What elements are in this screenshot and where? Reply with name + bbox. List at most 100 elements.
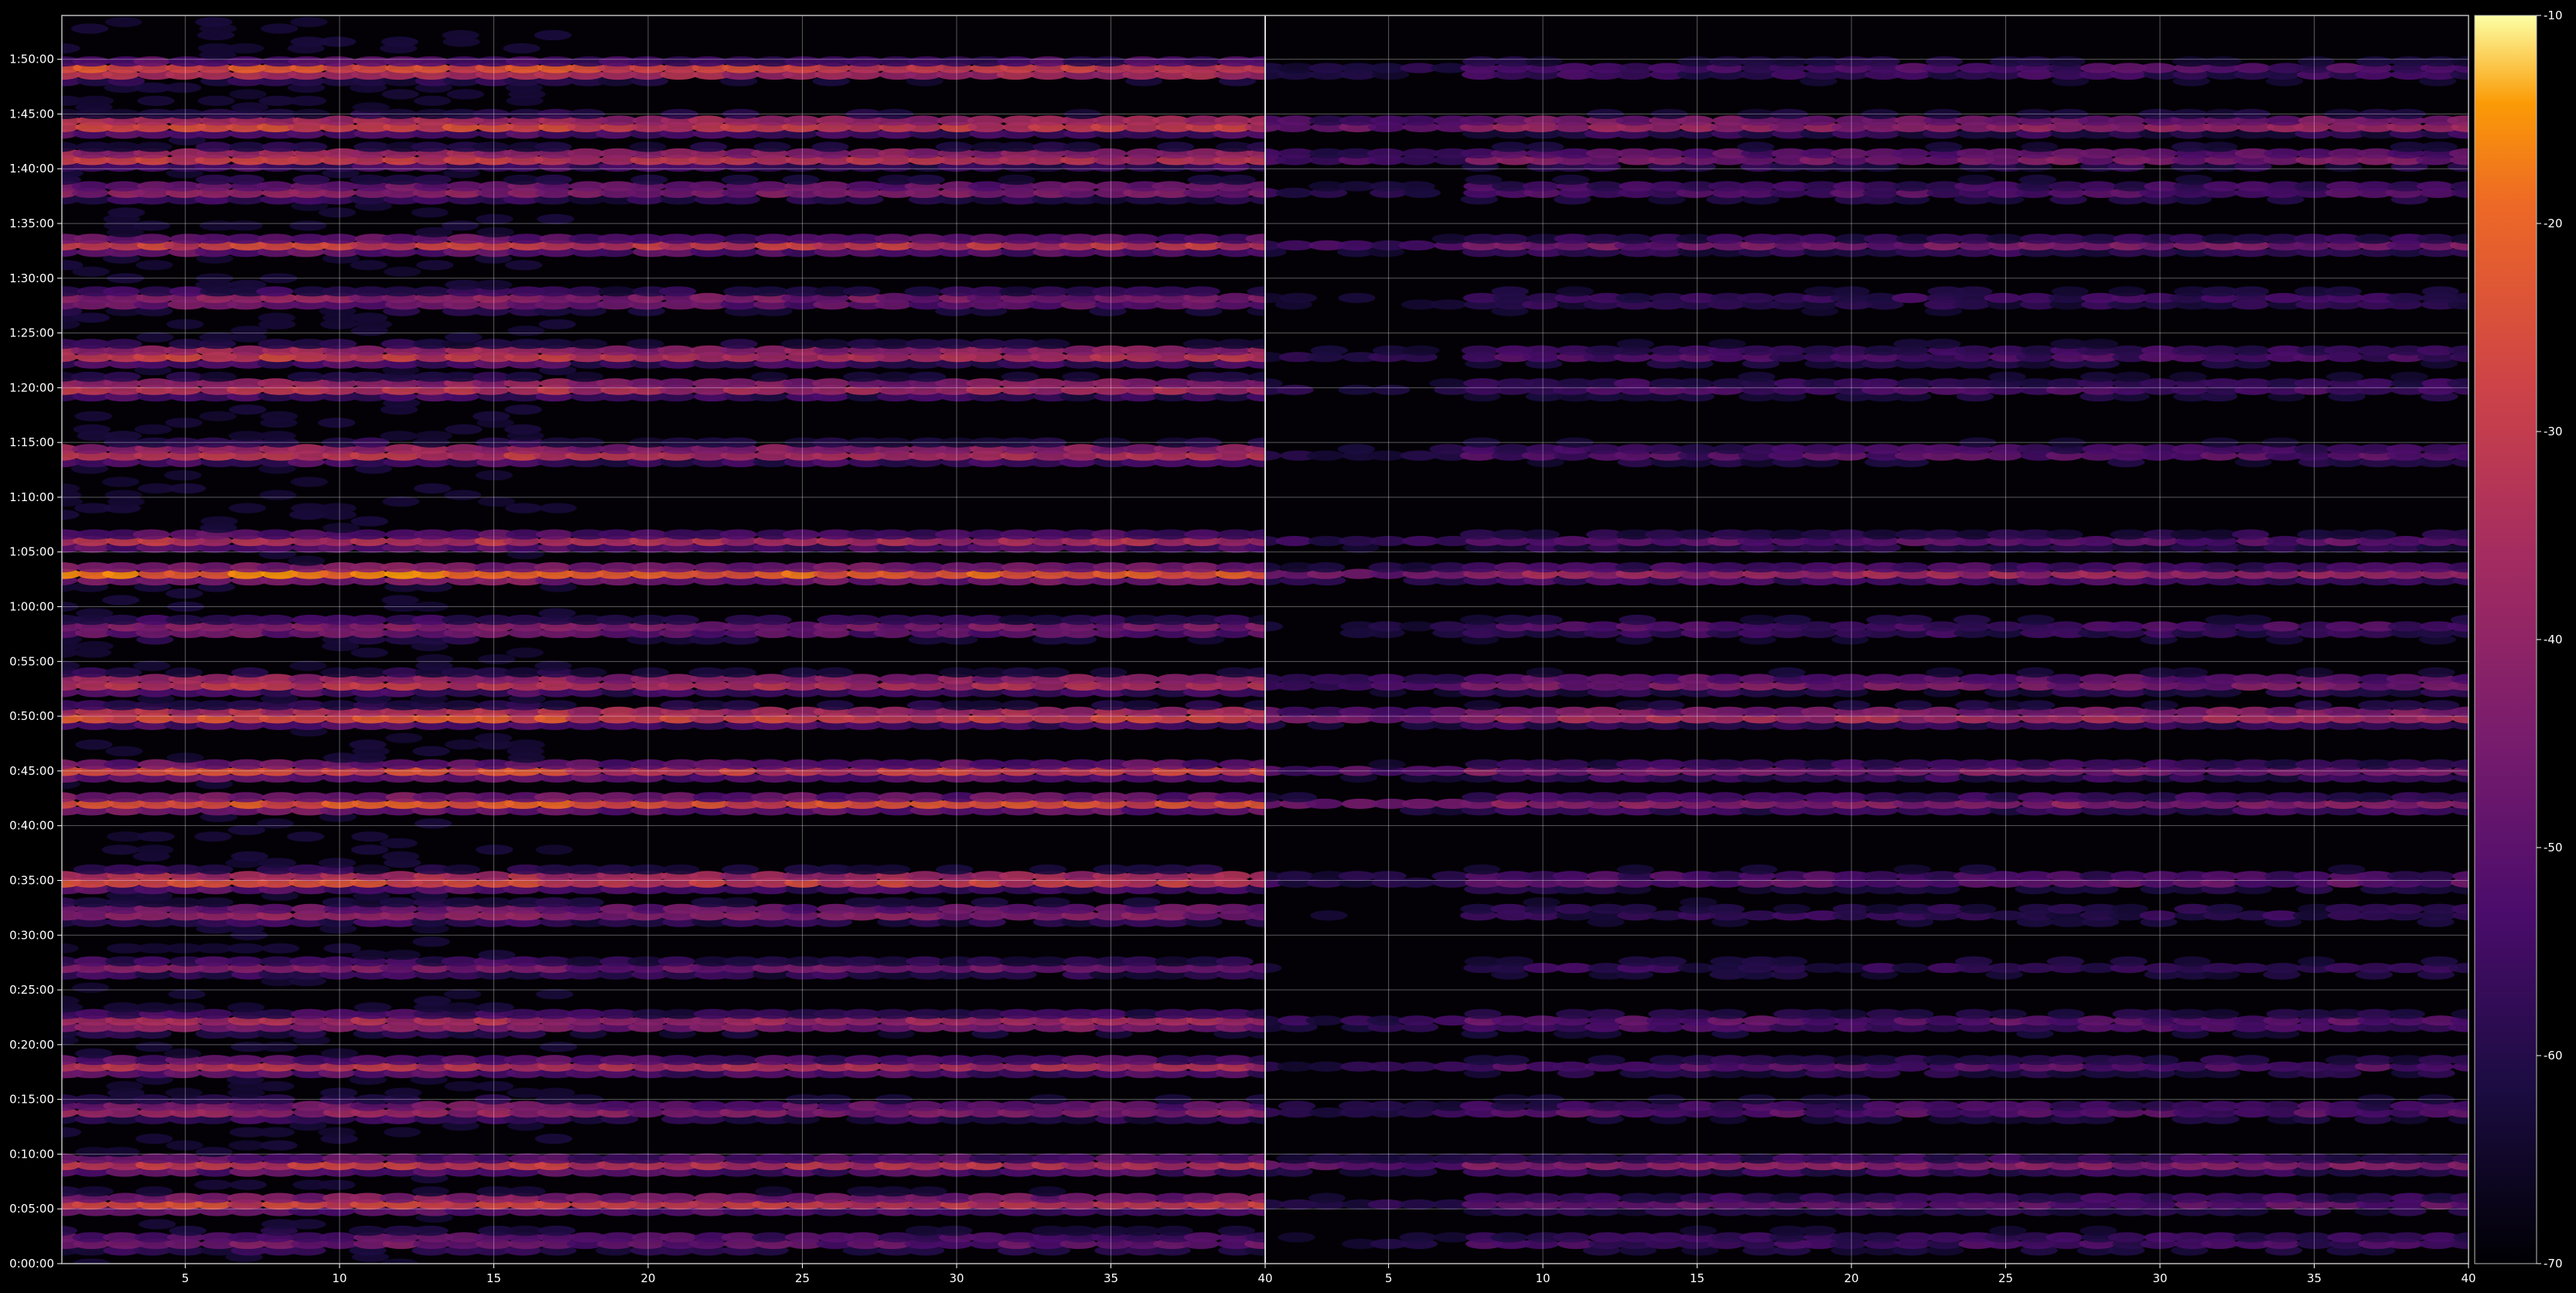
heatmap-cell [1462, 792, 1500, 803]
heatmap-cell [165, 371, 203, 382]
heatmap-cell [1121, 234, 1159, 244]
heatmap-cell [722, 700, 759, 711]
heatmap-cell [74, 411, 112, 421]
heatmap-cell [62, 995, 80, 1006]
heatmap-cell [102, 1147, 140, 1158]
heatmap-cell [2045, 1232, 2083, 1243]
heatmap-cell [442, 562, 479, 573]
heatmap-cell [444, 1192, 483, 1203]
heatmap-cell [1862, 871, 1900, 882]
heatmap-cell [1152, 529, 1190, 540]
heatmap-cell [287, 831, 325, 842]
heatmap-cell [1308, 1192, 1346, 1203]
heatmap-cell [384, 1127, 421, 1138]
heatmap-cell [76, 608, 114, 619]
heatmap-cell [1028, 614, 1066, 626]
heatmap-cell [536, 989, 574, 1000]
heatmap-cell [380, 838, 418, 848]
heatmap-cell [2108, 1100, 2146, 1111]
heatmap-cell [1490, 1153, 1528, 1164]
heatmap-cell [2298, 956, 2335, 967]
heatmap-cell [935, 1225, 973, 1237]
heatmap-cell [101, 476, 140, 487]
heatmap-cell [353, 142, 391, 152]
heatmap-cell [411, 207, 449, 218]
heatmap-cell [2077, 1015, 2115, 1026]
heatmap-cell [62, 1127, 81, 1138]
heatmap-cell [2018, 792, 2056, 803]
heatmap-cell [1709, 1100, 1747, 1111]
heatmap-cell [843, 371, 881, 382]
heatmap-cell [1121, 1100, 1159, 1111]
heatmap-cell [1707, 674, 1745, 684]
heatmap-cell [909, 371, 947, 382]
heatmap-cell [998, 871, 1036, 882]
heatmap-cell [1029, 956, 1067, 967]
heatmap-cell [1582, 1153, 1620, 1164]
heatmap-cell [998, 1100, 1036, 1111]
heatmap-cell [1554, 903, 1592, 914]
heatmap-cell [163, 897, 201, 908]
heatmap-cell [1647, 700, 1685, 711]
heatmap-cell [1122, 792, 1160, 803]
heatmap-cell [906, 759, 944, 770]
heatmap-cell [259, 490, 297, 500]
heatmap-cell [414, 995, 452, 1006]
heatmap-cell [62, 142, 78, 152]
heatmap-cell [350, 667, 388, 678]
heatmap-cell [1680, 897, 1718, 908]
heatmap-cell [1865, 903, 1902, 914]
heatmap-cell [318, 418, 356, 428]
heatmap-cell [1060, 181, 1098, 192]
heatmap-cell [507, 1100, 545, 1111]
heatmap-cell [1090, 667, 1128, 678]
heatmap-cell [2387, 1008, 2425, 1019]
heatmap-cell [104, 490, 142, 500]
heatmap-cell [414, 483, 452, 494]
heatmap-cell [1740, 1153, 1778, 1164]
heatmap-cell [1398, 1015, 1436, 1026]
heatmap-cell [505, 371, 543, 382]
heatmap-cell [229, 142, 267, 152]
heatmap-cell [874, 1008, 912, 1019]
heatmap-cell [226, 1055, 264, 1066]
heatmap-cell [62, 1186, 82, 1197]
heatmap-cell [2199, 1055, 2238, 1066]
heatmap-cell [2262, 1192, 2300, 1203]
heatmap-cell [2419, 1153, 2457, 1164]
heatmap-cell [1401, 798, 1439, 809]
heatmap-cell [318, 56, 356, 67]
heatmap-cell [1985, 1055, 2023, 1066]
heatmap-cell [904, 286, 942, 297]
heatmap-cell [1553, 1232, 1591, 1243]
heatmap-cell [227, 792, 265, 803]
heatmap-cell [76, 640, 114, 652]
heatmap-cell [537, 1087, 575, 1098]
heatmap-cell [165, 1087, 203, 1098]
heatmap-cell [1091, 286, 1130, 297]
heatmap-cell [935, 142, 973, 152]
heatmap-cell [630, 759, 668, 770]
heatmap-cell [719, 529, 757, 540]
heatmap-cell [414, 174, 452, 185]
heatmap-cell [62, 1055, 79, 1066]
heatmap-cell [628, 56, 666, 67]
heatmap-cell [690, 1100, 728, 1111]
heatmap-cell [320, 1087, 358, 1098]
heatmap-cell [876, 371, 914, 382]
heatmap-cell [165, 614, 203, 626]
heatmap-cell [2388, 1232, 2426, 1243]
heatmap-cell [135, 260, 173, 271]
heatmap-cell [907, 174, 945, 185]
heatmap-cell [1120, 378, 1158, 389]
heatmap-cell [2387, 759, 2424, 770]
heatmap-cell [1121, 1192, 1159, 1203]
heatmap-cell [415, 431, 452, 442]
heatmap-cell [441, 1055, 479, 1066]
heatmap-cell [1464, 956, 1502, 967]
heatmap-cell [1029, 1186, 1066, 1197]
heatmap-cell [164, 82, 202, 93]
heatmap-cell [2110, 956, 2148, 967]
heatmap-cell [290, 16, 328, 28]
heatmap-cell [2046, 956, 2084, 967]
